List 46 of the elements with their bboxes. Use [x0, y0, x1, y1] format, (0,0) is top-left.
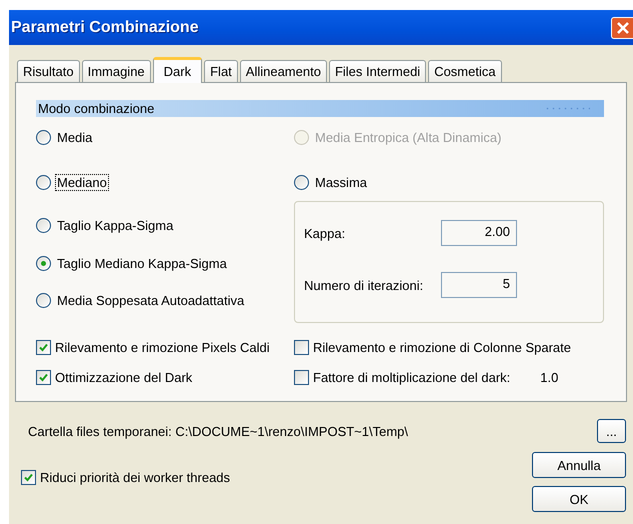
radio-button[interactable] [36, 293, 51, 308]
window-title: Parametri Combinazione [10, 18, 199, 36]
dialog-button[interactable]: OK [532, 486, 626, 512]
checkbox[interactable] [36, 370, 51, 385]
field-label: Numero di iterazioni: [304, 278, 424, 292]
tab[interactable]: Files Intermedi [328, 60, 426, 82]
radio-label: Media Entropica (Alta Dinamica) [314, 129, 502, 146]
radio-label: Media Soppesata Autoadattativa [56, 292, 246, 309]
input-field[interactable]: 5 [441, 272, 517, 298]
checkbox[interactable] [294, 340, 309, 355]
radio-button[interactable] [36, 256, 51, 271]
checkbox-label: Riduci priorità dei worker threads [40, 470, 230, 485]
radio-label: Massima [314, 174, 368, 191]
tab[interactable]: Risultato [17, 60, 80, 82]
checkbox-label: Fattore di moltiplicazione del dark: [313, 370, 510, 385]
checkbox[interactable] [21, 470, 36, 485]
checkbox-label: Rilevamento e rimozione di Colonne Sparate [313, 340, 571, 355]
checkbox[interactable] [294, 370, 309, 385]
dialog-button[interactable]: Annulla [532, 452, 626, 478]
input-field[interactable]: 2.00 [441, 220, 517, 246]
radio-button[interactable] [36, 218, 51, 233]
tab[interactable]: Immagine [82, 60, 151, 82]
radio-button[interactable] [36, 130, 51, 145]
check-icon [23, 472, 34, 483]
field-label: Kappa: [304, 226, 346, 240]
radio-button[interactable] [36, 175, 51, 190]
temp-folder-path: Cartella files temporanei: C:\DOCUME~1\renzo\IMPOST~1\Temp\ [28, 424, 410, 438]
check-icon [38, 372, 49, 383]
check-icon [38, 342, 49, 353]
radio-button[interactable] [294, 175, 309, 190]
tab[interactable]: Allineamento [240, 60, 327, 82]
close-button[interactable] [611, 16, 633, 38]
checkbox[interactable] [36, 340, 51, 355]
radio-label: Taglio Kappa-Sigma [56, 217, 174, 234]
tab[interactable]: Flat [204, 60, 238, 82]
browse-button[interactable]: ... [597, 419, 626, 443]
factor-value: 1.0 [540, 370, 558, 385]
group-title: Modo combinazione [38, 101, 154, 116]
radio-label: Media [56, 129, 94, 146]
tab[interactable]: Cosmetica [428, 60, 502, 82]
tab[interactable]: Dark [152, 57, 202, 83]
checkbox-label: Ottimizzazione del Dark [55, 370, 192, 385]
radio-label: Taglio Mediano Kappa-Sigma [56, 255, 228, 272]
checkbox-label: Rilevamento e rimozione Pixels Caldi [55, 340, 270, 355]
radio-label: Mediano [55, 174, 109, 191]
close-icon [614, 20, 630, 36]
